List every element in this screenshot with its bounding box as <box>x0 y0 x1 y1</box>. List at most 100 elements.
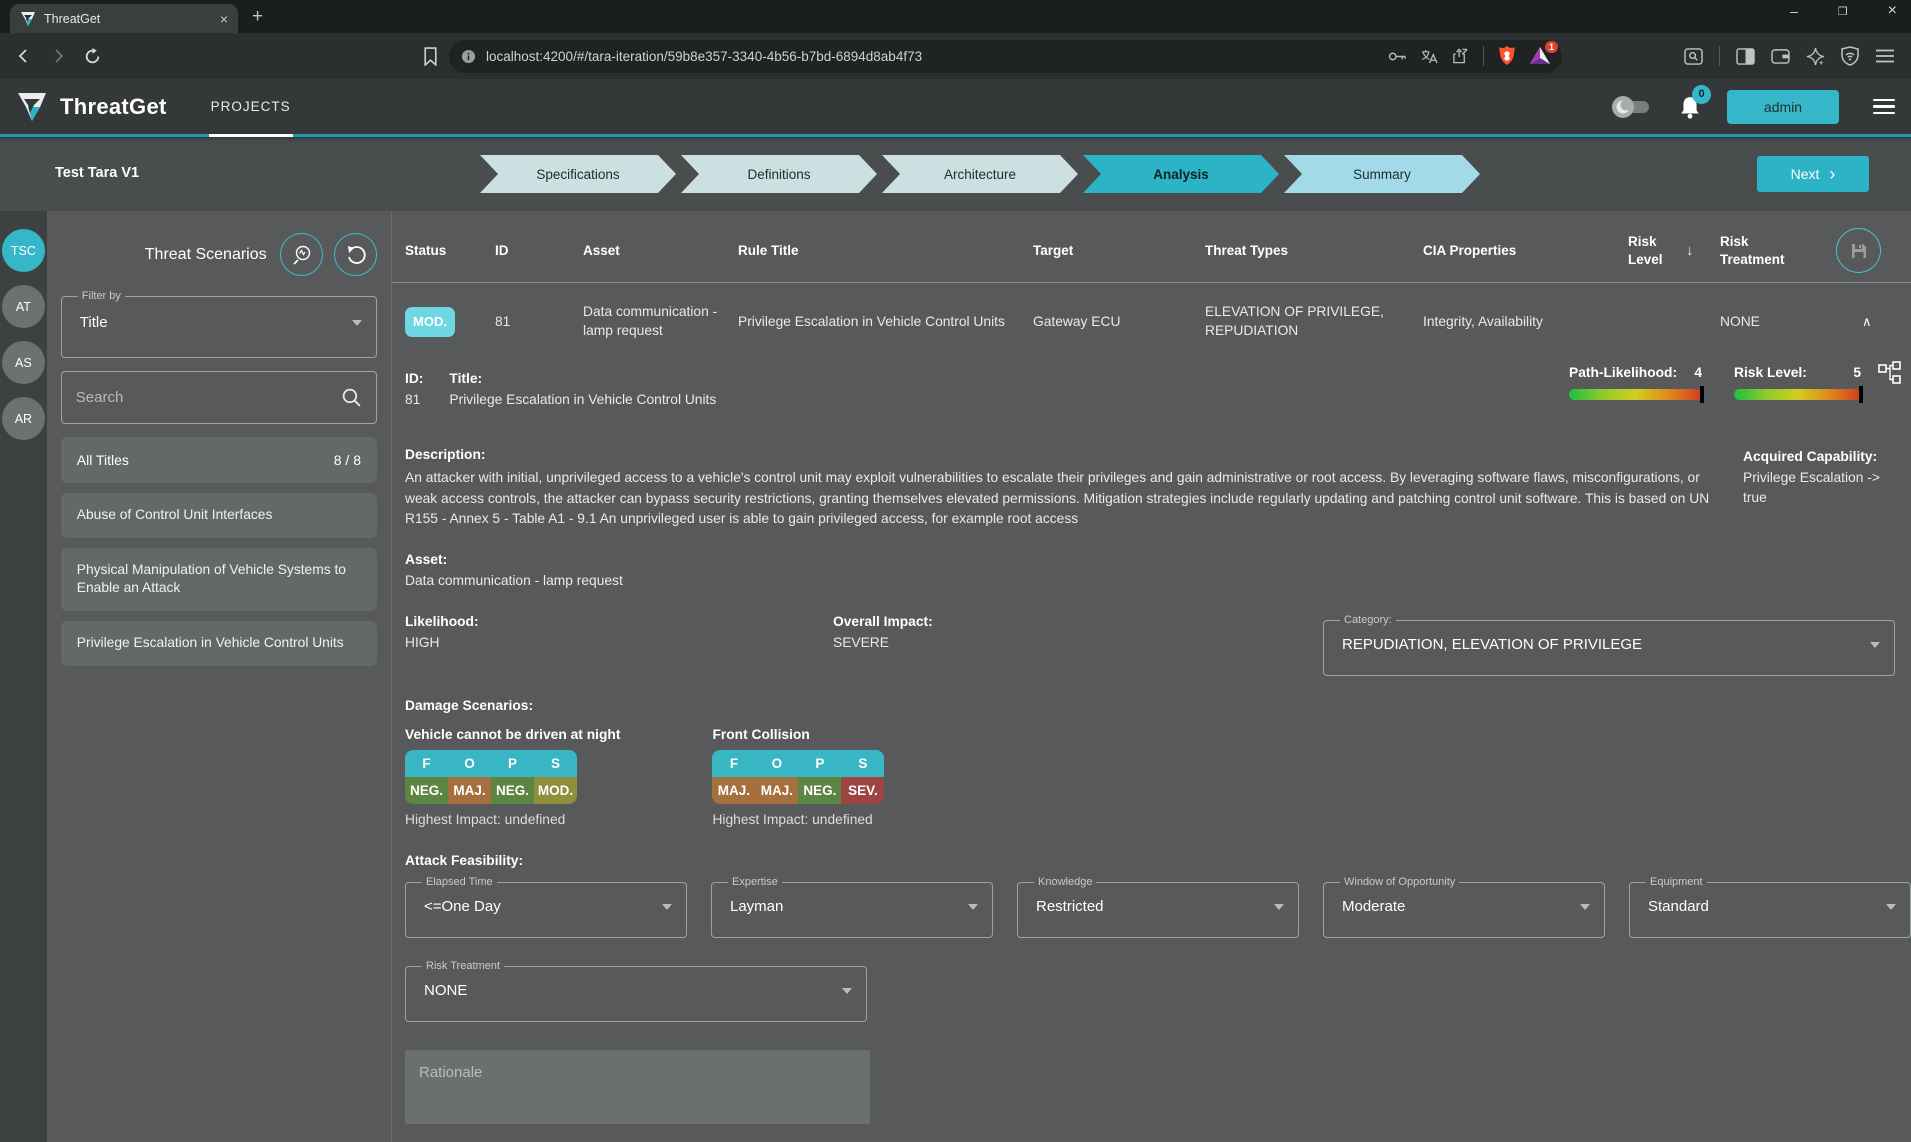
chevron-down-icon <box>1274 904 1284 910</box>
risk-treatment-select[interactable]: Risk Treatment NONE <box>405 960 867 1022</box>
col-target[interactable]: Target <box>1033 242 1205 260</box>
vpn-shield-icon[interactable] <box>1841 46 1859 66</box>
window-close-button[interactable]: × <box>1888 2 1897 20</box>
col-cia-properties[interactable]: CIA Properties <box>1423 242 1628 260</box>
leo-ai-icon[interactable] <box>1806 47 1825 66</box>
wallet-icon[interactable] <box>1771 48 1790 64</box>
table-header: Status ID Asset Rule Title Target Threat… <box>392 219 1911 283</box>
admin-user-button[interactable]: admin <box>1727 90 1839 124</box>
collapse-row-icon[interactable]: ∧ <box>1862 314 1872 329</box>
damage-scenario-card: Front Collision F O P S MAJ. MAJ. <box>712 727 884 827</box>
tab-close-icon[interactable]: × <box>220 11 228 27</box>
list-item[interactable]: Abuse of Control Unit Interfaces <box>61 493 377 538</box>
save-button[interactable] <box>1836 228 1881 273</box>
window-of-opportunity-select[interactable]: Window of Opportunity Moderate <box>1323 876 1605 938</box>
app-menu-icon[interactable] <box>1873 99 1895 115</box>
filter-by-select[interactable]: Filter by Title <box>61 290 377 358</box>
step-specifications[interactable]: Specifications <box>480 155 676 193</box>
brave-rewards-button[interactable]: 1 <box>1530 47 1550 65</box>
share-icon[interactable] <box>1452 48 1469 64</box>
step-definitions[interactable]: Definitions <box>681 155 877 193</box>
col-risk-level[interactable]: Risk Level <box>1628 233 1672 268</box>
category-label: Category: <box>1340 614 1396 626</box>
asset-label: Asset: <box>405 552 1911 567</box>
analysis-main: Status ID Asset Rule Title Target Threat… <box>392 211 1911 1142</box>
nav-projects[interactable]: PROJECTS <box>209 79 293 137</box>
col-rule-title[interactable]: Rule Title <box>738 242 1033 260</box>
next-chevron-icon: › <box>1829 164 1835 185</box>
translate-icon[interactable] <box>1421 49 1438 64</box>
forward-button[interactable] <box>44 42 72 70</box>
project-name: Test Tara V1 <box>55 165 139 181</box>
fops-o: O <box>448 750 491 777</box>
expertise-select[interactable]: Expertise Layman <box>711 876 993 938</box>
filter-by-label: Filter by <box>78 290 125 302</box>
sort-descending-icon[interactable]: ↓ <box>1686 241 1720 261</box>
table-row[interactable]: MOD. 81 Data communication - lamp reques… <box>392 283 1911 361</box>
window-maximize-button[interactable]: ❐ <box>1838 5 1848 18</box>
site-info-icon[interactable] <box>461 49 476 64</box>
equipment-select[interactable]: Equipment Standard <box>1629 876 1911 938</box>
likelihood-value: HIGH <box>405 635 833 650</box>
path-likelihood-label: Path-Likelihood: <box>1569 365 1677 380</box>
attack-tree-button[interactable] <box>1877 361 1903 387</box>
step-analysis[interactable]: Analysis <box>1083 155 1279 193</box>
sidebar-toggle-icon[interactable] <box>1736 48 1755 65</box>
browser-menu-icon[interactable] <box>1875 49 1895 63</box>
impact-cell: NEG. <box>405 777 448 804</box>
overall-impact-label: Overall Impact: <box>833 614 1261 629</box>
col-id[interactable]: ID <box>495 242 583 260</box>
tab-title: ThreatGet <box>44 12 212 26</box>
reload-button[interactable] <box>78 42 106 70</box>
window-minimize-button[interactable]: – <box>1790 3 1798 19</box>
step-architecture[interactable]: Architecture <box>882 155 1078 193</box>
next-button[interactable]: Next › <box>1757 156 1869 192</box>
category-select[interactable]: Category: REPUDIATION, ELEVATION OF PRIV… <box>1323 614 1895 676</box>
list-item[interactable]: Physical Manipulation of Vehicle Systems… <box>61 548 377 611</box>
step-summary[interactable]: Summary <box>1284 155 1480 193</box>
notifications-button[interactable]: 0 <box>1679 95 1701 119</box>
rail-item-ar[interactable]: AR <box>2 397 45 440</box>
row-id: 81 <box>495 313 583 332</box>
search-tabs-icon[interactable] <box>1684 48 1703 65</box>
fops-s: S <box>534 750 577 777</box>
password-key-icon[interactable] <box>1388 50 1407 63</box>
impact-cell: MAJ. <box>755 777 798 804</box>
search-box[interactable] <box>61 371 377 424</box>
refresh-button[interactable] <box>334 233 377 276</box>
detail-id-label: ID: <box>405 371 423 386</box>
list-header-all-titles[interactable]: All Titles 8 / 8 <box>61 437 377 483</box>
notification-badge: 0 <box>1692 85 1711 104</box>
col-asset[interactable]: Asset <box>583 242 738 260</box>
bookmark-icon[interactable] <box>422 47 439 66</box>
col-status[interactable]: Status <box>405 242 495 260</box>
knowledge-select[interactable]: Knowledge Restricted <box>1017 876 1299 938</box>
rail-item-at[interactable]: AT <box>2 285 45 328</box>
wizard-steps: Specifications Definitions Architecture … <box>480 155 1480 193</box>
back-button[interactable] <box>10 42 38 70</box>
elapsed-time-select[interactable]: Elapsed Time <=One Day <box>405 876 687 938</box>
highest-impact: Highest Impact: undefined <box>405 812 620 827</box>
fops-f: F <box>712 750 755 777</box>
url-bar[interactable]: localhost:4200/#/tara-iteration/59b8e357… <box>449 40 1562 73</box>
theme-toggle[interactable] <box>1611 95 1653 119</box>
new-tab-button[interactable]: + <box>252 6 263 28</box>
rail-item-as[interactable]: AS <box>2 341 45 384</box>
col-risk-treatment[interactable]: Risk Treatment <box>1720 233 1800 268</box>
fops-p: P <box>491 750 534 777</box>
risk-treatment-label: Risk Treatment <box>422 960 504 972</box>
impact-cell: SEV. <box>841 777 884 804</box>
acquired-capability-label: Acquired Capability: <box>1743 447 1895 468</box>
row-rule-title: Privilege Escalation in Vehicle Control … <box>738 313 1033 332</box>
search-input[interactable] <box>76 389 341 406</box>
rail-item-tsc[interactable]: TSC <box>2 229 45 272</box>
category-value: REPUDIATION, ELEVATION OF PRIVILEGE <box>1342 636 1642 653</box>
analyze-button[interactable] <box>280 233 323 276</box>
list-item[interactable]: Privilege Escalation in Vehicle Control … <box>61 621 377 666</box>
col-threat-types[interactable]: Threat Types <box>1205 242 1423 260</box>
fops-table: F O P S NEG. MAJ. NEG. MOD. <box>405 750 577 804</box>
attack-tree-icon <box>1877 361 1903 387</box>
rationale-input[interactable] <box>405 1050 870 1124</box>
brave-shield-icon[interactable] <box>1498 46 1516 66</box>
browser-tab[interactable]: ThreatGet × <box>10 4 238 33</box>
